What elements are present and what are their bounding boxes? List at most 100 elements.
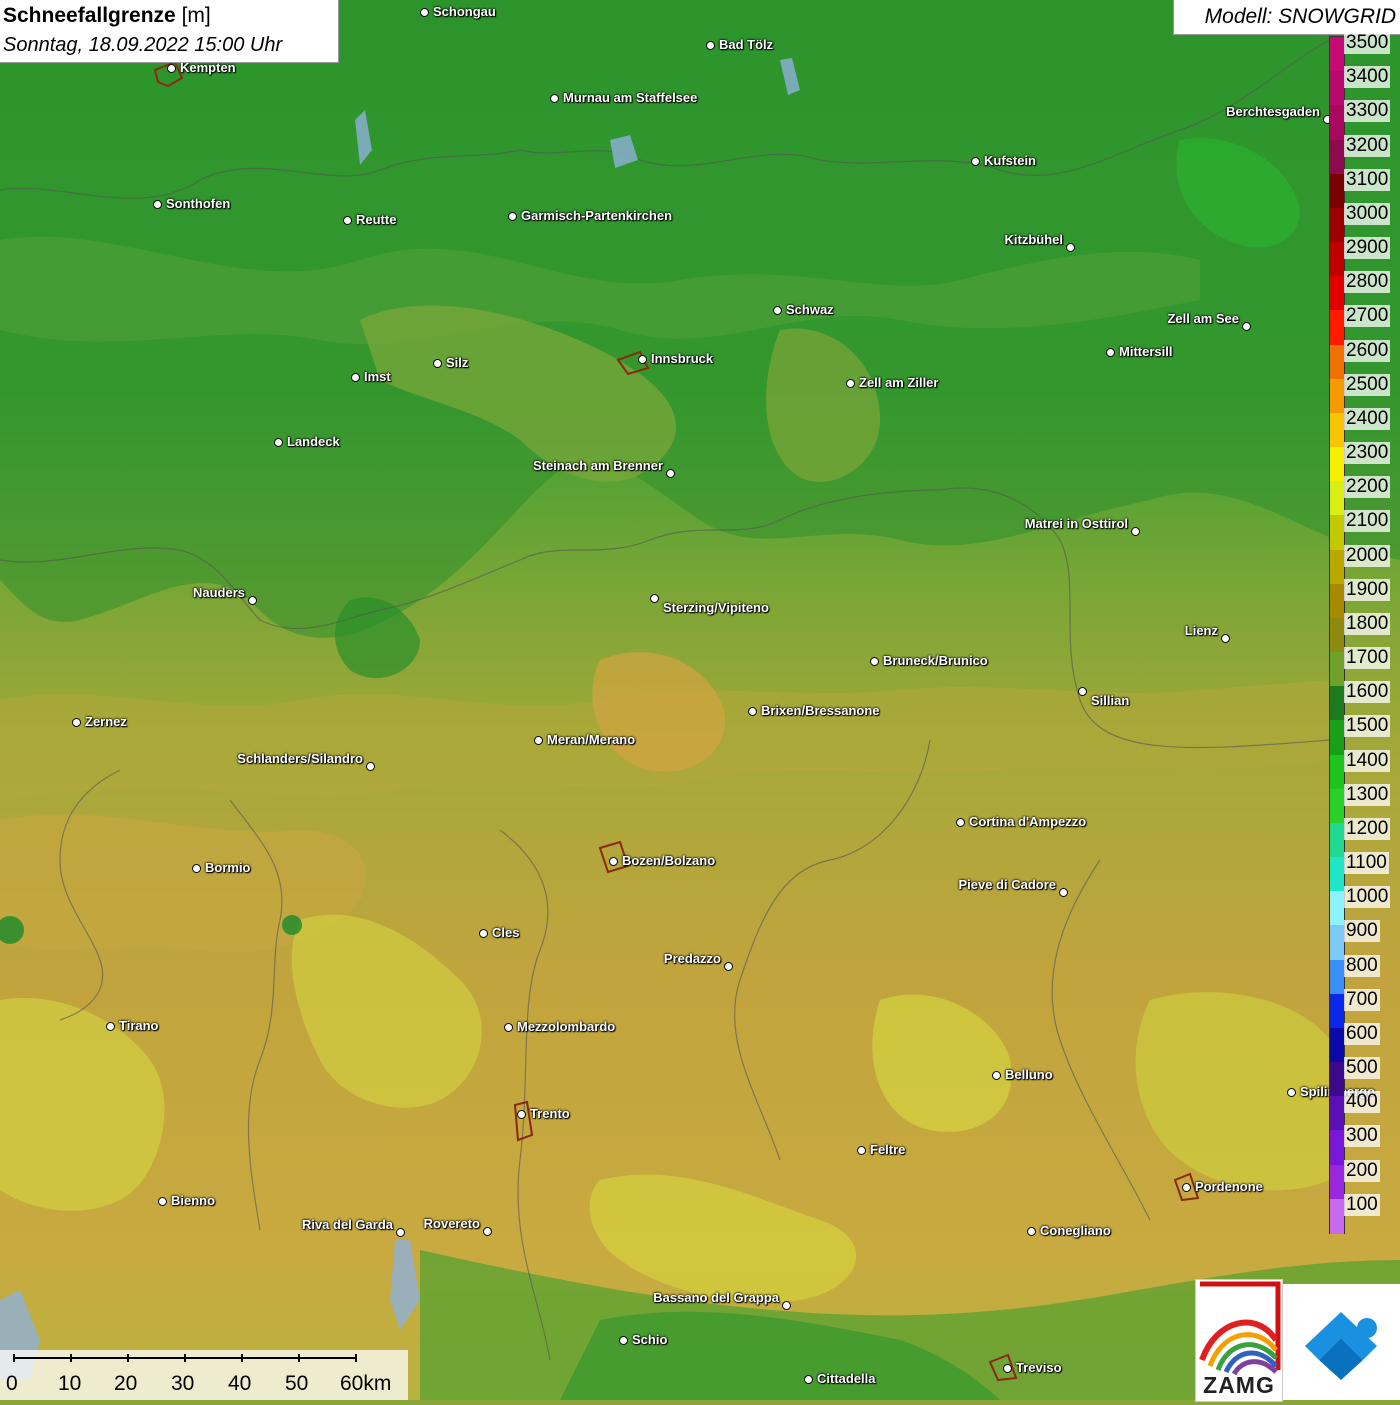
legend-level-label: 500 xyxy=(1344,1057,1380,1080)
city-marker xyxy=(666,469,675,478)
city-marker xyxy=(274,438,283,447)
legend-level-label: 2500 xyxy=(1344,373,1391,396)
legend-color-cell xyxy=(1330,412,1344,448)
legend-level-label: 400 xyxy=(1344,1091,1380,1114)
legend-color-cell xyxy=(1330,583,1344,619)
legend-level-label: 2100 xyxy=(1344,510,1391,533)
city-marker xyxy=(433,359,442,368)
city-label: Tirano xyxy=(119,1018,159,1033)
legend-level-label: 1500 xyxy=(1344,715,1391,738)
city-marker xyxy=(782,1301,791,1310)
legend-level-label: 100 xyxy=(1344,1193,1380,1216)
city-marker xyxy=(638,355,647,364)
legend-color-cell xyxy=(1330,1027,1344,1063)
city-label: Schio xyxy=(632,1332,668,1347)
legend-color-cell xyxy=(1330,515,1344,551)
legend-color-cell xyxy=(1330,822,1344,858)
legend-color-cell xyxy=(1330,310,1344,346)
city-label: Brixen/Bressanone xyxy=(761,703,880,718)
city-label: Nauders xyxy=(192,585,245,600)
city-label: Steinach am Brenner xyxy=(532,458,663,473)
city-marker xyxy=(609,857,618,866)
legend-color-cell xyxy=(1330,71,1344,106)
city-marker xyxy=(420,8,429,17)
scale-tick-label: 60km xyxy=(340,1372,392,1395)
legend-level-label: 1300 xyxy=(1344,783,1391,806)
legend-color-cell xyxy=(1330,1198,1344,1234)
city-marker xyxy=(508,212,517,221)
city-label: Cortina d'Ampezzo xyxy=(969,814,1087,829)
city-label: Murnau am Staffelsee xyxy=(563,90,698,105)
city-label: Kufstein xyxy=(984,153,1036,168)
legend-color-cell xyxy=(1330,720,1344,756)
city-marker xyxy=(550,94,559,103)
zamg-logo-text: ZAMG xyxy=(1203,1372,1275,1398)
legend-color-cell xyxy=(1330,857,1344,892)
city-marker xyxy=(517,1110,526,1119)
city-marker xyxy=(158,1197,167,1206)
city-label: Schlanders/Silandro xyxy=(237,751,363,766)
legend-color-cell xyxy=(1330,1062,1344,1097)
city-marker xyxy=(804,1375,813,1384)
legend-level-label: 2600 xyxy=(1344,339,1391,362)
legend-color-cell xyxy=(1330,959,1344,995)
city-marker xyxy=(351,373,360,382)
city-label: Cittadella xyxy=(817,1371,876,1386)
city-marker xyxy=(992,1071,1001,1080)
city-marker xyxy=(1287,1088,1296,1097)
city-marker xyxy=(153,200,162,209)
city-label: Treviso xyxy=(1016,1360,1062,1375)
legend-color-cell xyxy=(1330,617,1344,653)
city-label: Trento xyxy=(530,1106,570,1121)
legend-level-label: 3300 xyxy=(1344,100,1391,123)
legend-level-label: 1400 xyxy=(1344,749,1391,772)
city-marker xyxy=(167,64,176,73)
title-unit: [m] xyxy=(175,4,211,27)
city-label: Riva del Garda xyxy=(301,1217,393,1232)
legend-level-label: 2300 xyxy=(1344,442,1391,465)
legend-level-label: 1200 xyxy=(1344,817,1391,840)
city-label: Garmisch-Partenkirchen xyxy=(521,208,673,223)
city-marker xyxy=(192,864,201,873)
legend-level-label: 900 xyxy=(1344,920,1380,943)
legend-level-label: 1800 xyxy=(1344,612,1391,635)
legend-level-label: 2900 xyxy=(1344,237,1391,260)
app-logo xyxy=(1283,1284,1400,1400)
city-marker xyxy=(534,736,543,745)
city-label: Reutte xyxy=(356,212,397,227)
city-label: Silz xyxy=(446,355,469,370)
legend-level-label: 3100 xyxy=(1344,168,1391,191)
scale-tick-label: 20 xyxy=(114,1372,138,1395)
legend-color-cell xyxy=(1330,1096,1344,1132)
legend-level-label: 1000 xyxy=(1344,886,1391,909)
city-label: Berchtesgaden xyxy=(1226,104,1320,119)
legend-level-label: 300 xyxy=(1344,1125,1380,1148)
city-label: Zell am See xyxy=(1167,311,1239,326)
legend-level-label: 800 xyxy=(1344,954,1380,977)
legend-level-label: 1100 xyxy=(1344,852,1389,875)
city-marker xyxy=(479,929,488,938)
scale-tick-label: 40 xyxy=(228,1372,252,1395)
city-label: Zernez xyxy=(85,714,127,729)
city-label: Schwaz xyxy=(786,302,834,317)
legend-level-label: 3400 xyxy=(1344,66,1391,89)
city-label: Sonthofen xyxy=(166,196,231,211)
legend-color-cell xyxy=(1330,686,1344,722)
city-marker xyxy=(971,157,980,166)
city-marker xyxy=(1059,888,1068,897)
legend-color-cell xyxy=(1330,378,1344,414)
city-label: Landeck xyxy=(287,434,340,449)
model-label: Modell: SNOWGRID xyxy=(1204,5,1396,28)
map-title: Schneefallgrenze [m] xyxy=(3,4,211,28)
legend-level-label: 2700 xyxy=(1344,305,1391,328)
legend-level-label: 2000 xyxy=(1344,544,1391,567)
city-label: Bienno xyxy=(171,1193,216,1208)
legend-level-label: 3200 xyxy=(1344,134,1391,157)
rainbow-icon xyxy=(1199,1281,1281,1376)
legend-color-cell xyxy=(1330,788,1344,824)
city-label: Bruneck/Brunico xyxy=(883,653,988,668)
legend-color-cell xyxy=(1330,754,1344,790)
legend-color-cell xyxy=(1330,139,1344,175)
color-legend-bar xyxy=(1329,36,1345,1234)
city-marker xyxy=(870,657,879,666)
